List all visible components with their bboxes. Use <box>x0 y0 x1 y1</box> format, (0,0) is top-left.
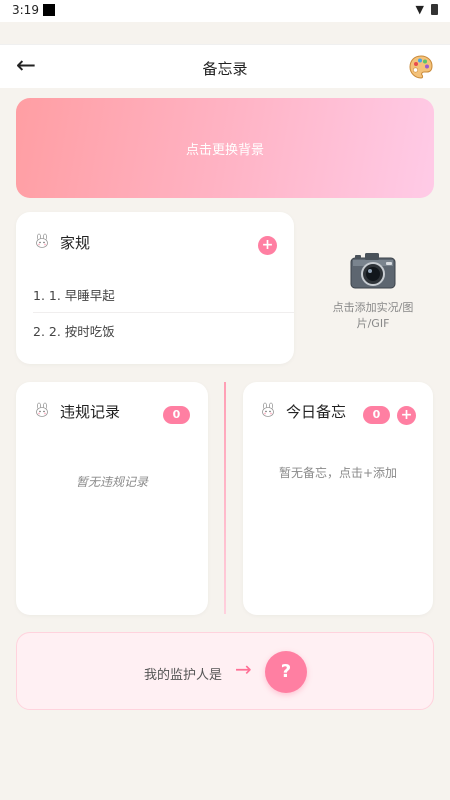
violations-title: 违规记录 <box>60 403 121 421</box>
rule-item-2[interactable]: 2. 2. 按时吃饭 <box>33 321 115 340</box>
guardian-card: 我的监护人是 → ? <box>16 632 434 710</box>
memo-empty-text: 暂无备忘，点击+添加 <box>278 466 398 480</box>
palette-icon[interactable] <box>408 54 434 80</box>
memo-count-badge: 0 <box>363 406 390 424</box>
page-title: 备忘录 <box>202 60 248 78</box>
memo-title: 今日备忘 <box>286 403 347 421</box>
status-bar: 3:19 ▼ <box>0 0 450 22</box>
camera-icon <box>350 253 396 289</box>
add-rule-button[interactable]: + <box>258 236 277 255</box>
rule-divider <box>33 312 294 313</box>
violations-count-badge: 0 <box>163 406 190 424</box>
today-memo-card: 今日备忘 0 + 暂无备忘，点击+添加 <box>243 382 433 615</box>
guardian-help-button[interactable]: ? <box>265 651 307 693</box>
wifi-icon: ▼ <box>415 3 424 16</box>
background-banner[interactable]: 点击更换背景 <box>16 98 434 198</box>
notification-icon <box>43 4 55 16</box>
add-photo-hint: 点击添加实况/图片/GIF <box>332 301 414 330</box>
bunny-icon <box>36 402 48 417</box>
app-bar: ← 备忘录 <box>0 44 450 88</box>
rule-item-1[interactable]: 1. 1. 早睡早起 <box>33 285 115 304</box>
battery-icon <box>431 4 438 15</box>
violations-card: 违规记录 0 暂无违规记录 <box>16 382 208 615</box>
status-time: 3:19 <box>12 3 39 17</box>
column-divider <box>224 382 226 614</box>
add-photo-area[interactable]: 点击添加实况/图片/GIF <box>318 244 428 344</box>
banner-text: 点击更换背景 <box>185 142 264 158</box>
violations-empty-text: 暂无违规记录 <box>75 475 148 489</box>
arrow-right-icon: → <box>235 657 252 681</box>
rules-title: 家规 <box>60 234 91 252</box>
guardian-label: 我的监护人是 <box>144 668 223 683</box>
bunny-icon <box>36 233 48 248</box>
add-memo-button[interactable]: + <box>397 406 416 425</box>
bunny-icon <box>262 402 274 417</box>
house-rules-card: 家规 + 1. 1. 早睡早起 2. 2. 按时吃饭 <box>16 212 294 364</box>
